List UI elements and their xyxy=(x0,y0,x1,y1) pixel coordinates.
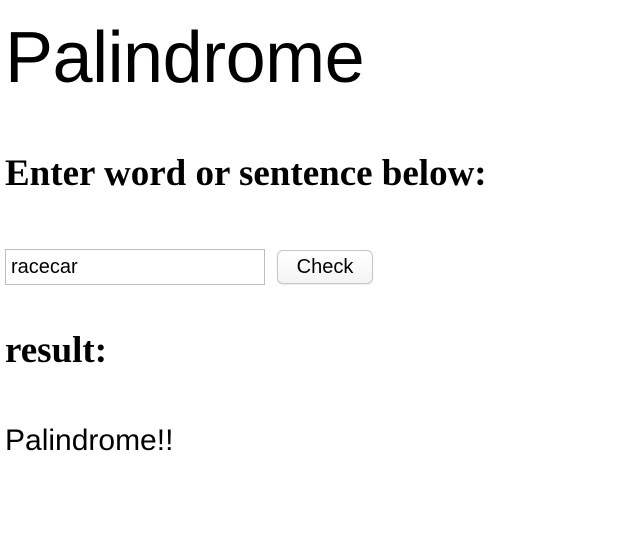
input-form: Check xyxy=(5,249,373,285)
page-title: Palindrome xyxy=(5,18,365,98)
result-heading: result: xyxy=(5,330,108,371)
word-input[interactable] xyxy=(5,249,265,285)
check-button[interactable]: Check xyxy=(277,250,373,284)
result-text: Palindrome!! xyxy=(5,424,174,457)
instruction-heading: Enter word or sentence below: xyxy=(5,153,487,194)
